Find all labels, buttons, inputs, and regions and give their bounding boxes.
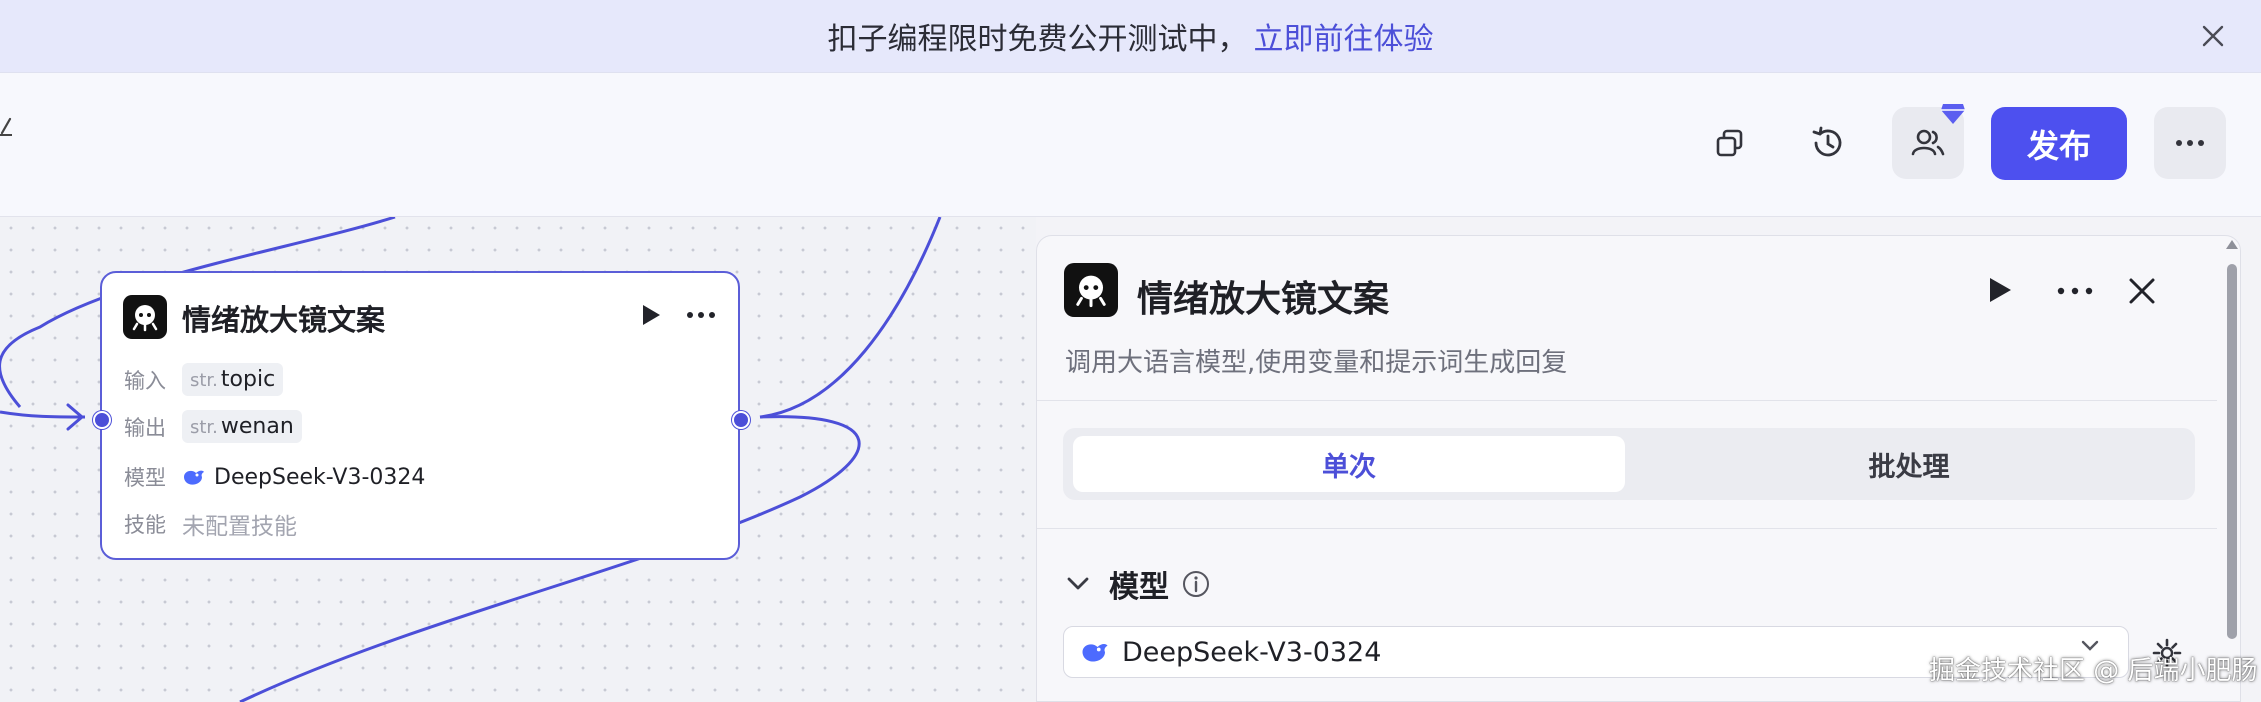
banner-link[interactable]: 立即前往体验	[1254, 14, 1434, 58]
premium-gem-icon	[1941, 104, 1965, 124]
selected-model-name: DeepSeek-V3-0324	[1122, 636, 1382, 668]
model-label: 模型	[124, 466, 166, 490]
panel-scrollbar[interactable]	[2227, 264, 2237, 639]
deepseek-icon	[184, 470, 204, 485]
more-icon	[2176, 140, 2204, 146]
node-title: 情绪放大镜文案	[182, 303, 386, 337]
divider	[1037, 400, 2217, 401]
close-icon[interactable]	[2191, 14, 2235, 58]
node-skill-row: 技能 未配置技能	[124, 507, 297, 541]
input-label: 输入	[124, 368, 166, 393]
output-type: str.	[190, 417, 218, 438]
users-icon	[1911, 129, 1945, 156]
more-options-button[interactable]	[2154, 107, 2226, 179]
deepseek-icon	[1082, 644, 1108, 662]
panel-title: 情绪放大镜文案	[1137, 279, 1390, 320]
input-type: str.	[190, 370, 218, 391]
info-icon[interactable]	[1181, 569, 1211, 599]
close-icon[interactable]	[2127, 276, 2157, 306]
skill-label: 技能	[124, 513, 166, 537]
node-output-row: 输出 str. wenan	[124, 410, 302, 443]
node-model-row: 模型 DeepSeek-V3-0324	[124, 462, 425, 492]
edit-icon[interactable]	[0, 113, 14, 137]
announcement-banner: 扣子编程限时免费公开测试中， 立即前往体验	[0, 0, 2261, 73]
chevron-down-icon[interactable]	[1067, 577, 1089, 591]
tab-batch[interactable]: 批处理	[1633, 436, 2185, 492]
history-icon	[1812, 126, 1842, 157]
copy-button[interactable]	[1694, 107, 1766, 179]
node-input-port[interactable]	[93, 411, 111, 429]
node-logo-icon	[123, 295, 167, 339]
history-button[interactable]	[1792, 107, 1864, 179]
run-mode-tabs: 单次 批处理	[1063, 428, 2195, 500]
banner-text: 扣子编程限时免费公开测试中，	[827, 22, 1248, 57]
node-output-port[interactable]	[732, 411, 750, 429]
run-icon[interactable]	[640, 303, 662, 327]
skill-value: 未配置技能	[182, 514, 297, 540]
output-variable-tag: str. wenan	[182, 410, 302, 443]
node-model-name: DeepSeek-V3-0324	[214, 464, 426, 490]
output-variable-name: wenan	[220, 414, 294, 439]
llm-node-card[interactable]: 情绪放大镜文案 输入 str. topic 输出 str. wenan 模型 D…	[100, 271, 740, 560]
model-section-title: 模型	[1109, 570, 1169, 605]
publish-button[interactable]: 发布	[1991, 107, 2127, 180]
node-input-row: 输入 str. topic	[124, 363, 284, 396]
input-variable-tag: str. topic	[182, 363, 284, 396]
tab-single[interactable]: 单次	[1073, 436, 1625, 492]
model-section-header[interactable]: 模型	[1067, 562, 1211, 606]
panel-description: 调用大语言模型,使用变量和提示词生成回复	[1065, 348, 1568, 378]
panel-more-icon[interactable]	[2057, 287, 2093, 295]
scroll-up-arrow-icon[interactable]	[2225, 238, 2239, 250]
output-label: 输出	[124, 415, 166, 440]
node-more-icon[interactable]	[686, 311, 716, 319]
run-icon[interactable]	[1987, 276, 2013, 304]
panel-logo-icon	[1064, 263, 1118, 317]
node-config-panel: 情绪放大镜文案 调用大语言模型,使用变量和提示词生成回复 单次 批处理 模型 D…	[1036, 235, 2241, 702]
input-variable-name: topic	[220, 367, 276, 392]
workflow-canvas[interactable]: 情绪放大镜文案 输入 str. topic 输出 str. wenan 模型 D…	[0, 217, 1036, 702]
divider	[1037, 528, 2217, 529]
copy-icon	[1716, 129, 1743, 157]
node-model: DeepSeek-V3-0324	[182, 465, 425, 490]
watermark: 掘金技术社区 @ 后端小肥肠	[1929, 656, 2258, 686]
